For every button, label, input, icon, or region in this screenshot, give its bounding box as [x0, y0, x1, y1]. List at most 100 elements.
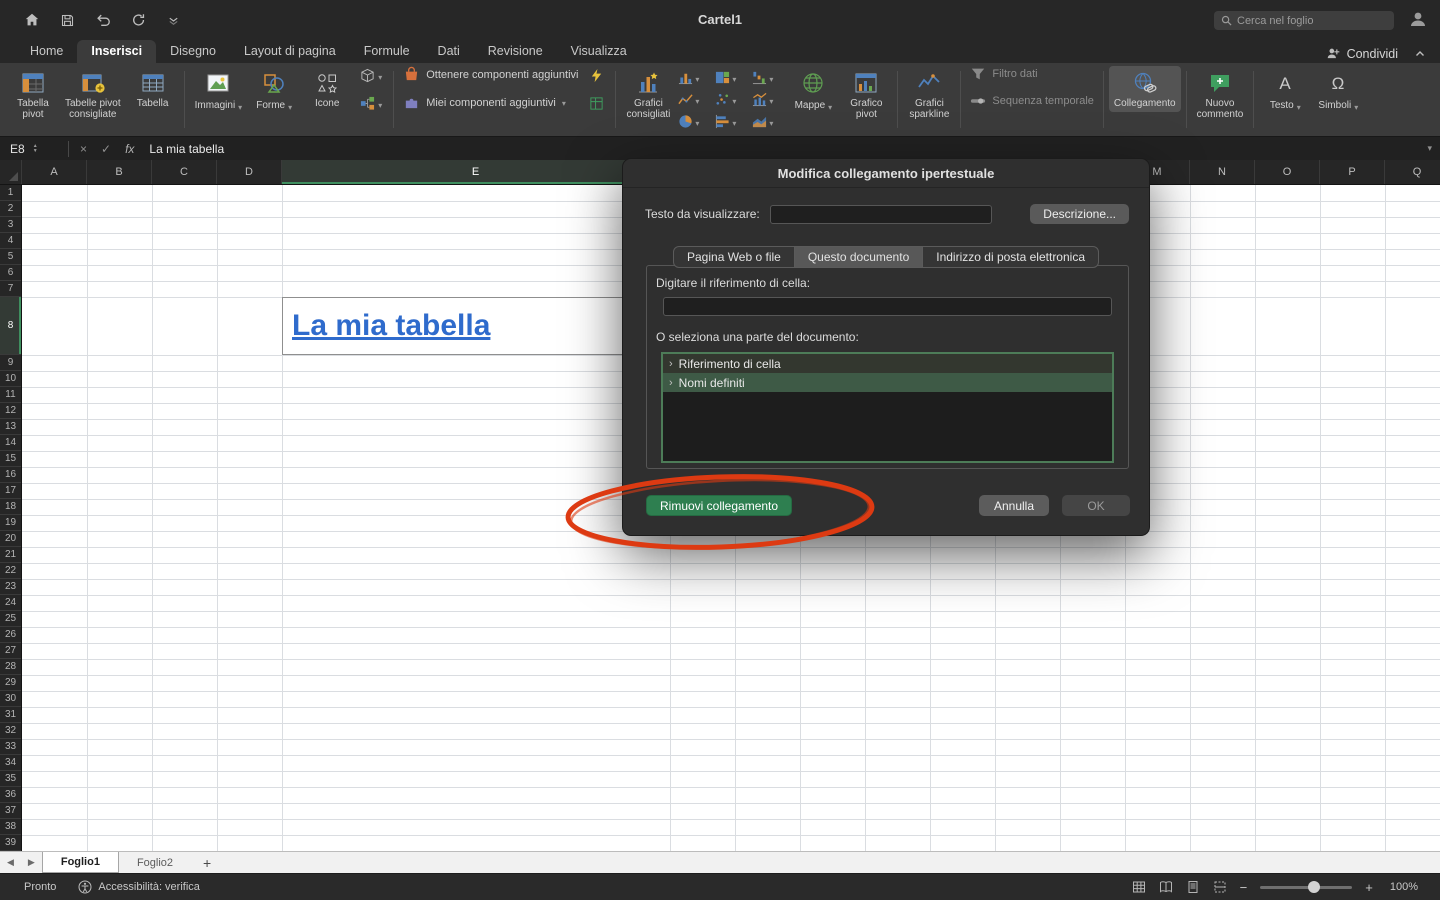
row-header-32[interactable]: 32 [0, 723, 21, 739]
remove-link-button[interactable]: Rimuovi collegamento [646, 495, 792, 516]
link-button[interactable]: Collegamento [1109, 66, 1181, 112]
row-header-33[interactable]: 33 [0, 739, 21, 755]
row-header-11[interactable]: 11 [0, 387, 21, 403]
formula-value[interactable]: La mia tabella [149, 142, 1427, 156]
row-header-14[interactable]: 14 [0, 435, 21, 451]
row-header-25[interactable]: 25 [0, 611, 21, 627]
sheet-tab-foglio1[interactable]: Foglio1 [42, 852, 119, 873]
disclosure-icon[interactable]: › [669, 377, 673, 389]
line-chart-button[interactable] [676, 89, 712, 110]
select-all-corner[interactable] [0, 160, 22, 184]
zoom-slider[interactable] [1260, 881, 1352, 893]
row-header-9[interactable]: 9 [0, 355, 21, 371]
sparklines-button[interactable]: Grafici sparkline [903, 66, 955, 123]
row-header-28[interactable]: 28 [0, 659, 21, 675]
name-box-stepper[interactable]: ▲▼ [33, 144, 38, 154]
row-header-38[interactable]: 38 [0, 819, 21, 835]
ok-button[interactable]: OK [1062, 495, 1130, 516]
column-header-E[interactable]: E [282, 160, 670, 184]
ribbon-tab-formule[interactable]: Formule [350, 40, 424, 63]
row-header-27[interactable]: 27 [0, 643, 21, 659]
row-header-30[interactable]: 30 [0, 691, 21, 707]
scatter-chart-button[interactable] [713, 89, 749, 110]
row-header-22[interactable]: 22 [0, 563, 21, 579]
row-header-31[interactable]: 31 [0, 707, 21, 723]
ribbon-tab-layout-di-pagina[interactable]: Layout di pagina [230, 40, 350, 63]
hierarchy-chart-button[interactable] [713, 67, 749, 88]
page-break-view-icon[interactable] [1213, 880, 1227, 894]
smartart-button[interactable] [357, 94, 385, 113]
pivot-table-button[interactable]: Tabella pivot [7, 66, 59, 123]
confirm-entry-icon[interactable]: ✓ [101, 142, 111, 156]
row-header-7[interactable]: 7 [0, 281, 21, 297]
row-header-1[interactable]: 1 [0, 185, 21, 201]
ribbon-tab-inserisci[interactable]: Inserisci [77, 40, 156, 63]
zoom-slider-knob[interactable] [1308, 881, 1320, 893]
tree-item-defined-names[interactable]: › Nomi definiti [663, 373, 1112, 392]
column-header-A[interactable]: A [22, 160, 87, 184]
row-header-21[interactable]: 21 [0, 547, 21, 563]
column-header-C[interactable]: C [152, 160, 217, 184]
tab-email-address[interactable]: Indirizzo di posta elettronica [922, 247, 1098, 267]
tab-this-document[interactable]: Questo documento [794, 247, 922, 267]
row-header-16[interactable]: 16 [0, 467, 21, 483]
row-header-17[interactable]: 17 [0, 483, 21, 499]
search-box[interactable]: Cerca nel foglio [1214, 11, 1394, 30]
3d-models-button[interactable] [357, 66, 385, 85]
ribbon-tab-disegno[interactable]: Disegno [156, 40, 230, 63]
sheet-tab-foglio2[interactable]: Foglio2 [119, 852, 191, 873]
row-header-19[interactable]: 19 [0, 515, 21, 531]
row-header-36[interactable]: 36 [0, 787, 21, 803]
row-header-4[interactable]: 4 [0, 233, 21, 249]
name-box[interactable]: E8 ▲▼ [0, 142, 64, 156]
pivot-chart-button[interactable]: Grafico pivot [840, 66, 892, 123]
combo-chart-button[interactable] [750, 89, 786, 110]
tree-item-cell-reference[interactable]: › Riferimento di cella [663, 354, 1112, 373]
table-button[interactable]: Tabella [127, 66, 179, 112]
row-header-39[interactable]: 39 [0, 835, 21, 851]
column-header-N[interactable]: N [1190, 160, 1255, 184]
addin-extra-button-2[interactable] [586, 94, 607, 113]
row-header-6[interactable]: 6 [0, 265, 21, 281]
column-header-D[interactable]: D [217, 160, 282, 184]
row-header-35[interactable]: 35 [0, 771, 21, 787]
get-add-ins-button[interactable]: Ottenere componenti aggiuntivi [403, 66, 578, 83]
cell-reference-input[interactable] [663, 297, 1112, 316]
column-header-B[interactable]: B [87, 160, 152, 184]
recommended-pivot-tables-button[interactable]: Tabelle pivot consigliate [60, 66, 126, 123]
column-header-P[interactable]: P [1320, 160, 1385, 184]
icons-button[interactable]: Icone [301, 66, 353, 112]
row-header-12[interactable]: 12 [0, 403, 21, 419]
ribbon-tab-revisione[interactable]: Revisione [474, 40, 557, 63]
cancel-entry-icon[interactable]: × [80, 142, 87, 156]
waterfall-chart-button[interactable] [750, 67, 786, 88]
row-header-8[interactable]: 8 [0, 297, 21, 355]
cancel-button[interactable]: Annulla [979, 495, 1049, 516]
description-button[interactable]: Descrizione... [1030, 204, 1129, 224]
ribbon-tab-dati[interactable]: Dati [424, 40, 474, 63]
pictures-button[interactable]: Immagini [190, 66, 248, 116]
account-avatar-icon[interactable] [1408, 9, 1428, 29]
ribbon-tab-visualizza[interactable]: Visualizza [557, 40, 641, 63]
page-layout-view-icon[interactable] [1159, 880, 1173, 894]
column-chart-button[interactable] [676, 67, 712, 88]
text-button[interactable]: A Testo [1259, 66, 1311, 116]
row-header-13[interactable]: 13 [0, 419, 21, 435]
page-view-icon[interactable] [1186, 880, 1200, 894]
accessibility-status-button[interactable]: Accessibilità: verifica [78, 880, 199, 894]
row-header-26[interactable]: 26 [0, 627, 21, 643]
row-header-10[interactable]: 10 [0, 371, 21, 387]
row-header-3[interactable]: 3 [0, 217, 21, 233]
row-header-2[interactable]: 2 [0, 201, 21, 217]
maps-button[interactable]: Mappe [787, 66, 839, 116]
cell-E8[interactable]: La mia tabella [282, 297, 670, 355]
timeline-button[interactable]: Sequenza temporale [970, 93, 1094, 109]
ribbon-tab-home[interactable]: Home [16, 40, 77, 63]
hyperlink-text[interactable]: La mia tabella [292, 309, 490, 343]
row-header-20[interactable]: 20 [0, 531, 21, 547]
zoom-in-button[interactable]: + [1365, 880, 1373, 895]
area-chart-button[interactable] [750, 111, 786, 132]
symbols-button[interactable]: Ω Simboli [1312, 66, 1364, 116]
shapes-button[interactable]: Forme [248, 66, 300, 116]
row-header-15[interactable]: 15 [0, 451, 21, 467]
